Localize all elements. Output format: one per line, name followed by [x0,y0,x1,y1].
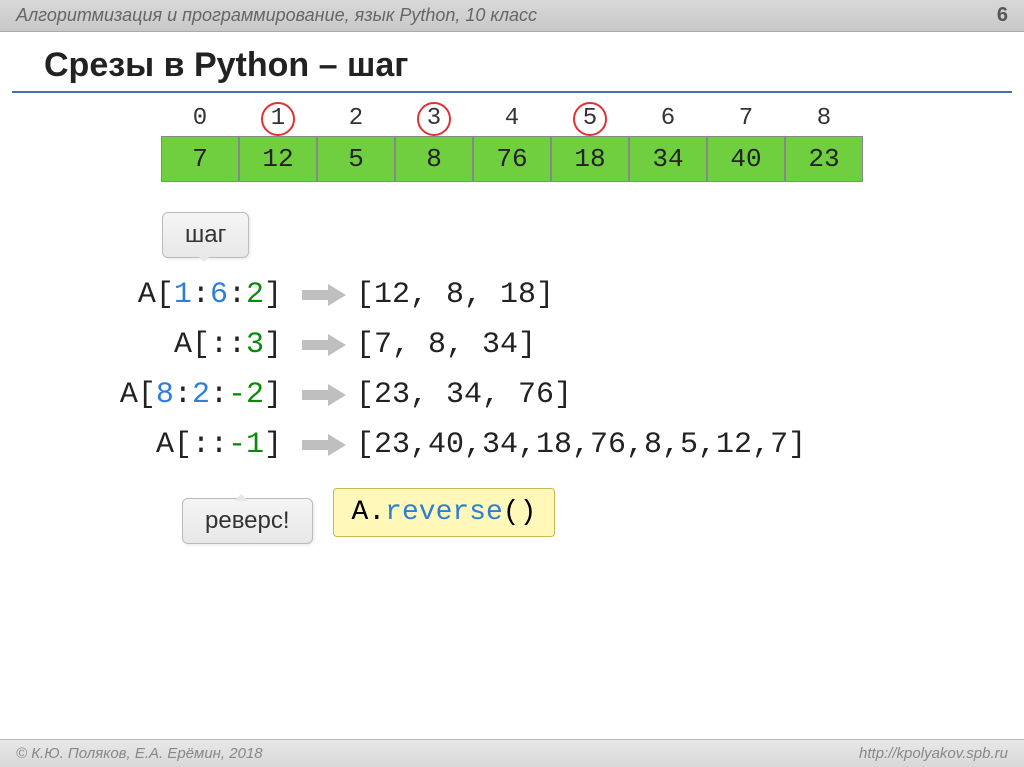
index-cell: 3 [395,105,473,132]
circle-mark-icon [573,102,607,136]
index-cell: 8 [785,105,863,132]
breadcrumb: Алгоритмизация и программирование, язык … [16,5,537,26]
reverse-code-box: A.reverse() [333,488,556,537]
callout-reverse: реверс! [182,498,313,544]
array-cell: 8 [395,136,473,182]
header-bar: Алгоритмизация и программирование, язык … [0,0,1024,32]
example-row: A[1:6:2] [12, 8, 18] [32,278,992,312]
example-expression: A[::3] [32,328,292,362]
example-result: [23, 34, 76] [356,378,992,412]
reverse-method: reverse [385,497,503,528]
arrow-icon [302,384,346,406]
content-area: 012345678 712587618344023 шаг A[1:6:2][1… [0,93,1024,556]
example-expression: A[::-1] [32,428,292,462]
array-cell: 7 [161,136,239,182]
page-title: Срезы в Python – шаг [12,32,1012,93]
example-row: A[8:2:-2] [23, 34, 76] [32,378,992,412]
array-cell: 12 [239,136,317,182]
example-expression: A[8:2:-2] [32,378,292,412]
index-row: 012345678 [32,105,992,132]
index-cell: 4 [473,105,551,132]
footer-copyright: © К.Ю. Поляков, Е.А. Ерёмин, 2018 [16,745,263,762]
index-cell: 0 [161,105,239,132]
array-cell: 34 [629,136,707,182]
example-result: [23,40,34,18,76,8,5,12,7] [356,428,992,462]
footer-url: http://kpolyakov.spb.ru [859,745,1008,762]
example-row: A[::-1] [23,40,34,18,76,8,5,12,7] [32,428,992,462]
index-cell: 2 [317,105,395,132]
array-cell: 23 [785,136,863,182]
example-result: [12, 8, 18] [356,278,992,312]
arrow-icon [302,284,346,306]
array-cell: 5 [317,136,395,182]
arrow-icon [302,334,346,356]
example-result: [7, 8, 34] [356,328,992,362]
index-cell: 5 [551,105,629,132]
circle-mark-icon [261,102,295,136]
circle-mark-icon [417,102,451,136]
reverse-suffix: () [503,497,537,528]
footer-bar: © К.Ю. Поляков, Е.А. Ерёмин, 2018 http:/… [0,739,1024,767]
callout-step: шаг [162,212,249,258]
array-cell: 40 [707,136,785,182]
examples-block: A[1:6:2] [12, 8, 18]A[::3] [7, 8, 34]A[8:2… [32,278,992,462]
array-cell: 18 [551,136,629,182]
example-expression: A[1:6:2] [32,278,292,312]
array-row: 712587618344023 [32,136,992,182]
reverse-row: реверс! A.reverse() [32,480,992,544]
index-cell: 6 [629,105,707,132]
index-cell: 1 [239,105,317,132]
arrow-icon [302,434,346,456]
example-row: A[::3] [7, 8, 34] [32,328,992,362]
array-cell: 76 [473,136,551,182]
page-number: 6 [997,4,1008,27]
index-cell: 7 [707,105,785,132]
reverse-prefix: A. [352,497,386,528]
